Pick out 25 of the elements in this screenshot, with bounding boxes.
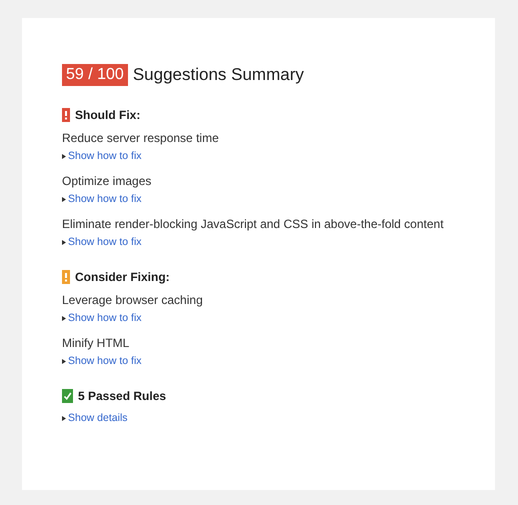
caret-icon — [62, 240, 66, 244]
check-icon — [62, 389, 73, 403]
section-heading: 5 Passed Rules — [78, 389, 166, 403]
exclamation-icon — [62, 108, 70, 122]
suggestion-text: Optimize images — [62, 174, 152, 188]
summary-title: Suggestions Summary — [132, 65, 304, 85]
score-badge: 59 / 100 — [62, 64, 128, 86]
show-link[interactable]: Show how to fix — [68, 150, 142, 162]
show-link[interactable]: Show how to fix — [68, 355, 142, 367]
caret-icon — [62, 196, 66, 202]
show-link[interactable]: Show details — [68, 412, 128, 424]
caret-icon — [62, 358, 66, 364]
show-link[interactable]: Show how to fix — [68, 312, 142, 324]
show-link[interactable]: Show how to fix — [68, 193, 142, 205]
caret-icon — [62, 154, 66, 158]
caret-icon — [62, 416, 66, 420]
section-heading: Consider Fixing: — [75, 270, 170, 284]
suggestion-text: Reduce server response time — [62, 131, 220, 145]
suggestion-text: Minify HTML — [62, 336, 130, 350]
suggestion-text: Leverage browser caching — [62, 293, 204, 307]
suggestion-text: Eliminate render-blocking JavaScript and CSS in above-the-fold content — [62, 217, 445, 231]
section-heading: Should Fix: — [75, 108, 140, 122]
caret-icon — [62, 316, 66, 320]
exclamation-icon — [62, 270, 70, 284]
show-link[interactable]: Show how to fix — [68, 236, 142, 248]
